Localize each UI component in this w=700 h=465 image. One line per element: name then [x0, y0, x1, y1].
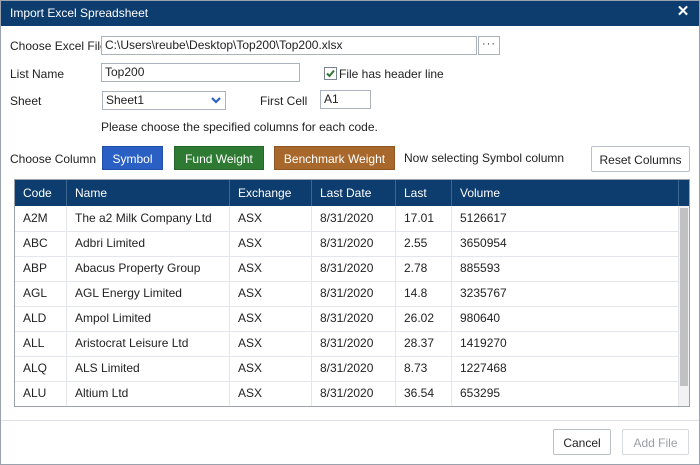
cell-name: AGL Energy Limited	[67, 281, 230, 306]
cell-code: ALQ	[15, 356, 67, 381]
choose-column-label: Choose Column	[10, 152, 97, 166]
add-file-button[interactable]: Add File	[622, 429, 689, 455]
cell-last: 36.54	[396, 381, 452, 406]
cell-volume: 1419270	[452, 331, 679, 356]
footer-divider	[1, 420, 699, 421]
file-path-input[interactable]: C:\Users\reube\Desktop\Top200\Top200.xls…	[101, 36, 477, 55]
cell-last-date: 8/31/2020	[312, 281, 396, 306]
cell-exchange: ASX	[230, 206, 312, 231]
cell-volume: 980640	[452, 306, 679, 331]
cell-exchange: ASX	[230, 331, 312, 356]
cell-code: AGL	[15, 281, 67, 306]
header-checkbox-label: File has header line	[339, 67, 444, 81]
cell-last: 8.73	[396, 356, 452, 381]
cell-exchange: ASX	[230, 281, 312, 306]
table-row[interactable]: ALU Altium Ltd ASX 8/31/2020 36.54 653295	[15, 381, 679, 406]
cell-volume: 885593	[452, 256, 679, 281]
selection-status: Now selecting Symbol column	[404, 151, 565, 165]
instruction-text: Please choose the specified columns for …	[101, 120, 378, 134]
cell-last: 26.02	[396, 306, 452, 331]
table-row[interactable]: AGL AGL Energy Limited ASX 8/31/2020 14.8 323…	[15, 281, 679, 307]
cell-name: Ampol Limited	[67, 306, 230, 331]
col-header-last-date[interactable]: Last Date	[312, 180, 396, 206]
first-cell-input[interactable]: A1	[320, 90, 371, 109]
table-row[interactable]: A2M The a2 Milk Company Ltd ASX 8/31/2020 17…	[15, 206, 679, 232]
browse-button[interactable]: ···	[478, 36, 500, 55]
symbol-button[interactable]: Symbol	[102, 146, 163, 170]
cell-exchange: ASX	[230, 306, 312, 331]
cell-name: ALS Limited	[67, 356, 230, 381]
scrollbar-thumb[interactable]	[680, 208, 688, 386]
cell-name: Adbri Limited	[67, 231, 230, 256]
cell-code: ABC	[15, 231, 67, 256]
benchmark-weight-button[interactable]: Benchmark Weight	[274, 146, 395, 170]
col-header-last[interactable]: Last	[396, 180, 452, 206]
col-header-code[interactable]: Code	[15, 180, 67, 206]
cell-exchange: ASX	[230, 381, 312, 406]
cell-code: ALL	[15, 331, 67, 356]
chevron-down-icon	[211, 97, 221, 104]
col-header-volume[interactable]: Volume	[452, 180, 679, 206]
cell-last-date: 8/31/2020	[312, 356, 396, 381]
sheet-value: Sheet1	[106, 93, 145, 107]
cell-name: The a2 Milk Company Ltd	[67, 206, 230, 231]
fund-weight-button[interactable]: Fund Weight	[174, 146, 264, 170]
table-row[interactable]: ALL Aristocrat Leisure Ltd ASX 8/31/2020 28.…	[15, 331, 679, 357]
cell-code: A2M	[15, 206, 67, 231]
title-bar: Import Excel Spreadsheet ✕	[1, 1, 699, 26]
list-name-label: List Name	[10, 67, 65, 81]
cell-last-date: 8/31/2020	[312, 306, 396, 331]
cell-last-date: 8/31/2020	[312, 206, 396, 231]
cell-last: 14.8	[396, 281, 452, 306]
import-dialog: Import Excel Spreadsheet ✕ Choose Excel …	[0, 0, 700, 465]
cell-volume: 653295	[452, 381, 679, 406]
cell-last-date: 8/31/2020	[312, 381, 396, 406]
grid-header: Code Name Exchange Last Date Last Volume	[15, 180, 689, 206]
col-header-name[interactable]: Name	[67, 180, 230, 206]
cell-exchange: ASX	[230, 231, 312, 256]
window-title: Import Excel Spreadsheet	[10, 6, 149, 20]
table-row[interactable]: ABP Abacus Property Group ASX 8/31/2020 2.78…	[15, 256, 679, 282]
cell-volume: 3235767	[452, 281, 679, 306]
col-header-exchange[interactable]: Exchange	[230, 180, 312, 206]
table-row[interactable]: ALQ ALS Limited ASX 8/31/2020 8.73 1227468	[15, 356, 679, 382]
cell-name: Altium Ltd	[67, 381, 230, 406]
cell-code: ABP	[15, 256, 67, 281]
cell-code: ALD	[15, 306, 67, 331]
reset-columns-button[interactable]: Reset Columns	[591, 146, 690, 172]
header-checkbox[interactable]	[324, 67, 337, 80]
cell-last-date: 8/31/2020	[312, 256, 396, 281]
check-icon	[326, 69, 335, 78]
cell-last: 28.37	[396, 331, 452, 356]
cell-exchange: ASX	[230, 356, 312, 381]
sheet-label: Sheet	[10, 94, 42, 108]
table-row[interactable]: ALD Ampol Limited ASX 8/31/2020 26.02 980640	[15, 306, 679, 332]
first-cell-label: First Cell	[260, 94, 308, 108]
data-grid: Code Name Exchange Last Date Last Volume A2M T…	[14, 179, 690, 407]
list-name-input[interactable]: Top200	[101, 63, 300, 82]
cell-last: 2.55	[396, 231, 452, 256]
cancel-button[interactable]: Cancel	[553, 429, 611, 455]
cell-last-date: 8/31/2020	[312, 231, 396, 256]
cell-last: 17.01	[396, 206, 452, 231]
cell-name: Aristocrat Leisure Ltd	[67, 331, 230, 356]
cell-volume: 5126617	[452, 206, 679, 231]
table-row[interactable]: ABC Adbri Limited ASX 8/31/2020 2.55 3650954	[15, 231, 679, 257]
sheet-select[interactable]: Sheet1	[102, 91, 226, 110]
cell-exchange: ASX	[230, 256, 312, 281]
cell-last: 2.78	[396, 256, 452, 281]
cell-code: ALU	[15, 381, 67, 406]
cell-volume: 3650954	[452, 231, 679, 256]
cell-volume: 1227468	[452, 356, 679, 381]
file-label: Choose Excel File	[10, 39, 107, 53]
close-icon[interactable]: ✕	[675, 4, 691, 20]
cell-name: Abacus Property Group	[67, 256, 230, 281]
cell-last-date: 8/31/2020	[312, 331, 396, 356]
